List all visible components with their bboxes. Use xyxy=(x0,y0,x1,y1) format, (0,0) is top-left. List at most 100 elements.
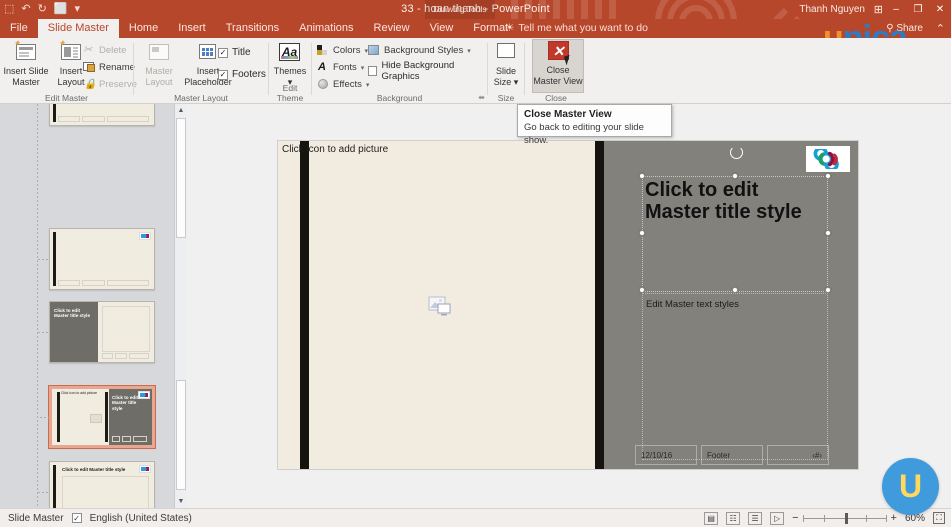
tab-slide-master[interactable]: Slide Master xyxy=(38,19,119,38)
tab-file[interactable]: File xyxy=(0,19,38,38)
slide-thumbnail-pane[interactable]: Click to edit Master title style Click i… xyxy=(0,104,186,508)
title-bar: ⬚ ↶ ↻ ⬜ ▾ 33 - hoan thanh - PowerPoint D… xyxy=(0,0,951,19)
zoom-out-button[interactable]: − xyxy=(792,512,798,524)
tab-transitions[interactable]: Transitions xyxy=(216,19,289,38)
slide-thumbnail-5-title: Click to edit Master title style xyxy=(62,467,146,472)
language-label[interactable]: English (United States) xyxy=(90,513,192,524)
zoom-slider[interactable]: − + xyxy=(792,512,897,524)
minimize-button[interactable]: – xyxy=(885,0,907,19)
master-layout-label-2: Layout xyxy=(145,77,172,87)
background-styles-button[interactable]: Background Styles ▾ xyxy=(368,43,471,58)
preserve-icon: 🔒 xyxy=(83,78,96,91)
insert-slide-master-button[interactable]: ✦ Insert Slide Master xyxy=(3,41,49,91)
slide-number-placeholder[interactable]: ‹#› xyxy=(767,445,829,465)
date-placeholder[interactable]: 12/10/16 xyxy=(635,445,697,465)
tab-review[interactable]: Review xyxy=(364,19,420,38)
master-layout-button[interactable]: Master Layout xyxy=(136,41,182,91)
share-button[interactable]: ⚲ Share xyxy=(886,19,923,38)
restore-button[interactable]: ❐ xyxy=(907,0,929,19)
handle-br[interactable] xyxy=(825,287,831,293)
group-label-master-layout: Master Layout xyxy=(134,93,268,103)
restore-down-ribbon-icon[interactable]: ⊞ xyxy=(874,3,883,16)
delete-label: Delete xyxy=(99,45,126,56)
slide-canvas-area: Click icon to add picture xyxy=(186,104,951,508)
colors-button[interactable]: Colors ▾ xyxy=(317,43,368,58)
picture-placeholder-label[interactable]: Click icon to add picture xyxy=(282,144,388,156)
slide-size-button[interactable]: Slide Size ▾ xyxy=(483,41,529,91)
fonts-caret-icon[interactable]: ▾ xyxy=(361,64,365,72)
title-checkbox-label: Title xyxy=(232,47,251,58)
fit-to-window-icon[interactable]: ⛶ xyxy=(933,512,945,524)
footer-placeholder[interactable]: Footer xyxy=(701,445,763,465)
window-buttons[interactable]: – ❐ ✕ xyxy=(885,0,951,19)
slide-thumbnail-5[interactable]: Click to edit Master title style xyxy=(49,461,155,508)
effects-label: Effects xyxy=(333,79,362,90)
tab-insert[interactable]: Insert xyxy=(168,19,216,38)
status-bar-left: Slide Master ✓ English (United States) xyxy=(8,513,192,524)
tab-home[interactable]: Home xyxy=(119,19,168,38)
spellcheck-icon[interactable]: ✓ xyxy=(72,513,82,523)
insert-layout-icon: ✦ xyxy=(60,41,82,63)
insert-picture-icon[interactable] xyxy=(428,296,450,315)
scrollbar-thumb[interactable] xyxy=(176,380,186,490)
slide-thumbnail-3[interactable]: Click to edit Master title style xyxy=(49,301,155,363)
effects-icon xyxy=(317,78,330,91)
delete-button[interactable]: ✂ Delete xyxy=(83,43,126,58)
zoom-knob[interactable] xyxy=(845,513,848,524)
rotate-handle[interactable] xyxy=(730,146,743,159)
handle-bl[interactable] xyxy=(639,287,645,293)
tell-me-search[interactable]: ☀Tell me what you want to do xyxy=(505,19,648,38)
scroll-down-icon[interactable]: ▼ xyxy=(175,495,186,508)
fonts-button[interactable]: A Fonts ▾ xyxy=(317,60,364,75)
ribbon: ✦ Insert Slide Master ✦ Insert Layout ✂ … xyxy=(0,38,951,104)
tab-view[interactable]: View xyxy=(420,19,464,38)
current-view-label: Slide Master xyxy=(8,513,64,524)
master-hierarchy-line xyxy=(37,104,38,508)
slide-thumbnail-2[interactable] xyxy=(49,228,155,290)
handle-tl[interactable] xyxy=(639,173,645,179)
slide-size-label-1: Slide xyxy=(496,66,516,76)
slide-editing-surface[interactable]: Click icon to add picture xyxy=(278,141,858,469)
title-checkbox-box[interactable]: ✓ xyxy=(218,48,228,58)
handle-mr[interactable] xyxy=(825,230,831,236)
slide-sorter-button[interactable]: ☷ xyxy=(726,512,740,525)
hide-background-graphics-box[interactable] xyxy=(368,66,377,76)
rename-button[interactable]: Rename xyxy=(83,60,135,75)
delete-icon: ✂ xyxy=(83,44,96,57)
tab-animations[interactable]: Animations xyxy=(289,19,363,38)
zoom-in-button[interactable]: + xyxy=(891,512,897,524)
close-button[interactable]: ✕ xyxy=(929,0,951,19)
group-label-background: Background xyxy=(312,93,487,103)
ribbon-tabs[interactable]: File Slide Master Home Insert Transition… xyxy=(0,19,518,38)
footers-checkbox-box[interactable]: ✓ xyxy=(218,70,228,80)
account-name[interactable]: Thanh Nguyen xyxy=(799,0,865,19)
hide-background-graphics-checkbox[interactable]: Hide Background Graphics xyxy=(368,60,487,82)
handle-tc[interactable] xyxy=(732,173,738,179)
effects-button[interactable]: Effects ▾ xyxy=(317,77,369,92)
ribbon-tab-strip: File Slide Master Home Insert Transition… xyxy=(0,19,951,38)
scroll-up-icon[interactable]: ▲ xyxy=(175,104,186,117)
slideshow-button[interactable]: ▷ xyxy=(770,512,784,525)
insert-layout-label-2: Layout xyxy=(57,77,84,87)
handle-tr[interactable] xyxy=(825,173,831,179)
scrollbar-thumb-upper[interactable] xyxy=(176,118,186,238)
slide-thumbnail-4[interactable]: Click icon to add picture Click to edit … xyxy=(49,386,155,448)
title-checkbox[interactable]: ✓ Title xyxy=(218,47,251,58)
slide-size-label-2: Size ▾ xyxy=(494,77,519,87)
footers-checkbox[interactable]: ✓ Footers xyxy=(218,69,266,80)
slide-corner-logo[interactable] xyxy=(806,146,850,172)
close-master-view-button[interactable]: ✕ Close Master View xyxy=(532,39,584,93)
background-styles-caret-icon[interactable]: ▾ xyxy=(467,47,471,55)
zoom-track[interactable] xyxy=(803,518,887,519)
slide-thumbnail-1[interactable] xyxy=(49,104,155,126)
handle-ml[interactable] xyxy=(639,230,645,236)
handle-bc[interactable] xyxy=(732,287,738,293)
body-placeholder[interactable]: Edit Master text styles xyxy=(642,293,828,460)
reading-view-button[interactable]: ☰ xyxy=(748,512,762,525)
normal-view-button[interactable]: ▤ xyxy=(704,512,718,525)
title-placeholder[interactable]: Click to edit Master title style xyxy=(642,176,828,292)
ribbon-display-options-icon[interactable]: ⌃ xyxy=(936,22,945,35)
preserve-button[interactable]: 🔒 Preserve xyxy=(83,77,137,92)
themes-icon: Aa xyxy=(279,41,301,63)
thumbnail-scrollbar[interactable]: ▲ ▼ xyxy=(174,104,186,508)
